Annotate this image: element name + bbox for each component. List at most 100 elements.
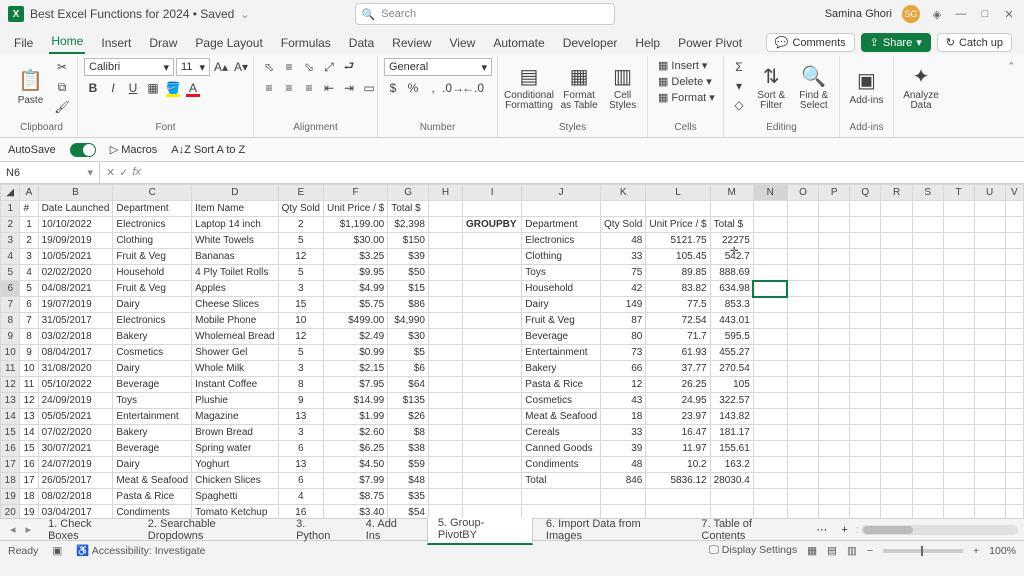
cell[interactable]: Laptop 14 inch: [192, 217, 278, 233]
cell[interactable]: 17: [20, 473, 38, 489]
cell[interactable]: [881, 425, 912, 441]
cell[interactable]: [881, 249, 912, 265]
cell[interactable]: Instant Coffee: [192, 377, 278, 393]
cell[interactable]: 16: [278, 505, 323, 519]
cell[interactable]: $50: [388, 265, 429, 281]
cell[interactable]: [912, 281, 943, 297]
row-header[interactable]: 9: [1, 329, 20, 345]
cell[interactable]: 3: [278, 425, 323, 441]
cell[interactable]: 37.77: [646, 361, 710, 377]
sort-filter-button[interactable]: ⇅Sort & Filter: [752, 58, 791, 116]
cell[interactable]: 4: [20, 265, 38, 281]
cell[interactable]: [428, 329, 462, 345]
cell[interactable]: [646, 489, 710, 505]
ribbon-collapse-icon[interactable]: ⌃: [1007, 60, 1016, 73]
cell[interactable]: Fruit & Veg: [113, 249, 192, 265]
cell[interactable]: [850, 441, 881, 457]
share-button[interactable]: ⇪Share▾: [861, 33, 931, 52]
cell[interactable]: [787, 297, 818, 313]
cell[interactable]: 48: [601, 233, 646, 249]
cell[interactable]: 19/09/2019: [38, 233, 113, 249]
cell[interactable]: Clothing: [522, 249, 601, 265]
cell[interactable]: $5.75: [323, 297, 387, 313]
cell[interactable]: Electronics: [522, 233, 601, 249]
cell[interactable]: [943, 409, 974, 425]
cell[interactable]: 846: [601, 473, 646, 489]
paste-button[interactable]: 📋Paste: [12, 58, 49, 116]
cell[interactable]: [943, 297, 974, 313]
cell[interactable]: [753, 489, 787, 505]
clear-button[interactable]: ◇: [730, 96, 748, 114]
font-color-button[interactable]: A: [184, 79, 202, 97]
tab-home[interactable]: Home: [49, 30, 85, 54]
align-left-button[interactable]: ≡: [260, 79, 278, 97]
search-box[interactable]: 🔍 Search: [355, 3, 615, 25]
cell[interactable]: $2,398: [388, 217, 429, 233]
cell[interactable]: 12: [20, 393, 38, 409]
cell[interactable]: Household: [113, 265, 192, 281]
cell[interactable]: Pasta & Rice: [522, 377, 601, 393]
cell[interactable]: 26.25: [646, 377, 710, 393]
cell[interactable]: 1: [20, 217, 38, 233]
macros-status-icon[interactable]: ▣: [52, 545, 62, 557]
fill-button[interactable]: ▾: [730, 77, 748, 95]
cell[interactable]: 11.97: [646, 441, 710, 457]
cell[interactable]: [850, 425, 881, 441]
cell[interactable]: [881, 217, 912, 233]
cell[interactable]: [463, 505, 522, 519]
cell[interactable]: [974, 297, 1005, 313]
cell[interactable]: Toys: [522, 265, 601, 281]
cell[interactable]: [787, 281, 818, 297]
cell[interactable]: [974, 329, 1005, 345]
view-page-layout-button[interactable]: ▤: [827, 545, 837, 557]
col-header[interactable]: I: [463, 185, 522, 201]
cell[interactable]: 03/02/2018: [38, 329, 113, 345]
cell[interactable]: 5836.12: [646, 473, 710, 489]
cell[interactable]: Total: [522, 473, 601, 489]
cell[interactable]: [943, 457, 974, 473]
cell[interactable]: [974, 489, 1005, 505]
cell[interactable]: 26/05/2017: [38, 473, 113, 489]
cell[interactable]: 05/10/2022: [38, 377, 113, 393]
cell[interactable]: [912, 313, 943, 329]
border-button[interactable]: ▦: [144, 79, 162, 97]
cell[interactable]: [753, 473, 787, 489]
cell[interactable]: [912, 201, 943, 217]
cut-button[interactable]: ✂: [53, 58, 71, 76]
tab-draw[interactable]: Draw: [147, 32, 179, 54]
cell[interactable]: [1005, 505, 1023, 519]
col-header[interactable]: B: [38, 185, 113, 201]
cell[interactable]: Dairy: [522, 297, 601, 313]
cell[interactable]: [463, 345, 522, 361]
cell[interactable]: [428, 393, 462, 409]
cell[interactable]: $2.60: [323, 425, 387, 441]
cell[interactable]: Clothing: [113, 233, 192, 249]
cell[interactable]: Apples: [192, 281, 278, 297]
col-header[interactable]: C: [113, 185, 192, 201]
cell[interactable]: 12: [601, 377, 646, 393]
cell[interactable]: $2.15: [323, 361, 387, 377]
cell[interactable]: [850, 265, 881, 281]
cell[interactable]: [881, 329, 912, 345]
underline-button[interactable]: U: [124, 79, 142, 97]
cell[interactable]: Cosmetics: [522, 393, 601, 409]
horizontal-scrollbar[interactable]: [861, 525, 1018, 535]
cell[interactable]: [943, 249, 974, 265]
cell[interactable]: [850, 249, 881, 265]
cell[interactable]: [710, 201, 753, 217]
col-header[interactable]: E: [278, 185, 323, 201]
cell[interactable]: 31/05/2017: [38, 313, 113, 329]
cell[interactable]: 43: [601, 393, 646, 409]
format-cells-button[interactable]: ▦Format ▾: [654, 90, 719, 105]
zoom-in-button[interactable]: +: [973, 545, 979, 557]
cell[interactable]: 80: [601, 329, 646, 345]
cell[interactable]: [787, 425, 818, 441]
cell[interactable]: 853.3: [710, 297, 753, 313]
view-page-break-button[interactable]: ▥: [847, 545, 857, 557]
addins-button[interactable]: ▣Add-ins: [846, 58, 887, 116]
number-format-combo[interactable]: General▾: [384, 58, 492, 76]
cell[interactable]: 18: [20, 489, 38, 505]
cell[interactable]: Electronics: [113, 217, 192, 233]
cell[interactable]: [850, 409, 881, 425]
name-box[interactable]: N6▾: [0, 162, 100, 183]
